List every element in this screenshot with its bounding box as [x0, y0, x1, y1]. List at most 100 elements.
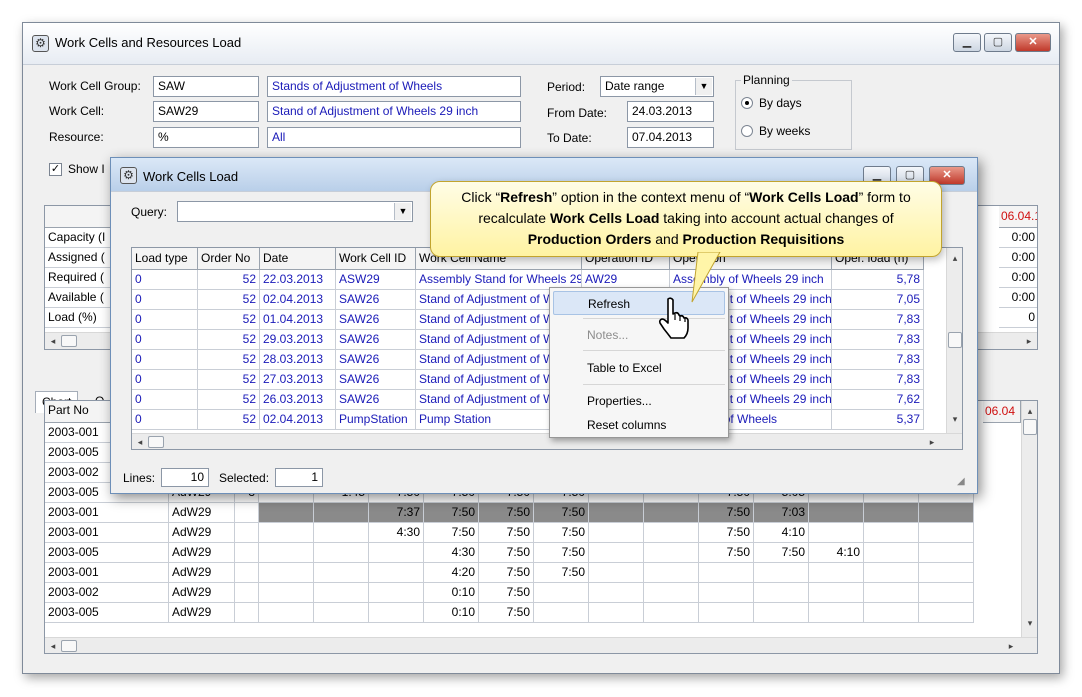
load-value-cell[interactable]: 0:10: [424, 583, 479, 603]
load-row-cell[interactable]: 7,83: [832, 310, 924, 330]
load-value-cell[interactable]: [699, 583, 754, 603]
load-value-cell[interactable]: [259, 503, 314, 523]
load-value-cell[interactable]: [699, 603, 754, 623]
scroll-thumb[interactable]: [61, 640, 77, 652]
load-value-cell[interactable]: [589, 523, 644, 543]
maximize-button[interactable]: ▢: [984, 33, 1012, 52]
load-row-cell[interactable]: 0: [132, 370, 198, 390]
load-value-cell[interactable]: [314, 563, 369, 583]
load-value-cell[interactable]: 4:20: [424, 563, 479, 583]
load-value-cell[interactable]: 7:50: [699, 523, 754, 543]
scroll-up-icon[interactable]: ▴: [1022, 403, 1037, 419]
flag-cell[interactable]: [235, 603, 259, 623]
flag-cell[interactable]: [235, 583, 259, 603]
load-column-header[interactable]: Load type: [132, 248, 198, 270]
scroll-thumb[interactable]: [948, 332, 962, 348]
menu-item-table-to-excel[interactable]: Table to Excel: [553, 356, 725, 380]
to-date-input[interactable]: 07.04.2013: [627, 127, 714, 148]
work-cell-input[interactable]: SAW29: [153, 101, 259, 122]
flag-cell[interactable]: [235, 523, 259, 543]
part-no-cell[interactable]: 2003-002: [45, 583, 169, 603]
load-value-cell[interactable]: [589, 603, 644, 623]
load-value-cell[interactable]: 7:50: [479, 583, 534, 603]
load-value-cell[interactable]: 7:50: [479, 503, 534, 523]
load-value-cell[interactable]: [809, 603, 864, 623]
load-value-cell[interactable]: [589, 503, 644, 523]
load-value-cell[interactable]: [644, 523, 699, 543]
load-value-cell[interactable]: [589, 583, 644, 603]
load-value-cell[interactable]: [369, 543, 424, 563]
load-row-cell[interactable]: 0: [132, 290, 198, 310]
load-value-cell[interactable]: [259, 523, 314, 543]
load-column-header[interactable]: Order No: [198, 248, 260, 270]
load-value-cell[interactable]: 7:50: [479, 543, 534, 563]
load-value-cell[interactable]: [369, 603, 424, 623]
load-row-cell[interactable]: 0: [132, 330, 198, 350]
load-row-cell[interactable]: 52: [198, 270, 260, 290]
by-days-radio[interactable]: [741, 97, 753, 109]
scroll-down-icon[interactable]: ▾: [1022, 615, 1037, 631]
load-row-cell[interactable]: 0: [132, 270, 198, 290]
load-row-cell[interactable]: SAW26: [336, 310, 416, 330]
scroll-right-icon[interactable]: ▸: [1003, 638, 1019, 653]
load-value-cell[interactable]: 7:03: [754, 503, 809, 523]
load-value-cell[interactable]: 7:50: [479, 523, 534, 543]
resize-grip-icon[interactable]: ◢: [957, 476, 965, 487]
load-value-cell[interactable]: [259, 543, 314, 563]
load-value-cell[interactable]: 7:50: [424, 503, 479, 523]
load-value-cell[interactable]: [314, 603, 369, 623]
load-value-cell[interactable]: [919, 503, 974, 523]
load-row-cell[interactable]: 0: [132, 410, 198, 430]
load-row-cell[interactable]: 52: [198, 350, 260, 370]
chevron-down-icon[interactable]: ▼: [394, 203, 411, 220]
flag-cell[interactable]: [235, 563, 259, 583]
show-checkbox[interactable]: ✓: [49, 163, 62, 176]
parts-horizontal-scrollbar[interactable]: ◂ ▸: [45, 637, 1037, 653]
load-row-cell[interactable]: 7,62: [832, 390, 924, 410]
load-value-cell[interactable]: [534, 603, 589, 623]
load-value-cell[interactable]: [754, 603, 809, 623]
load-row-cell[interactable]: 52: [198, 290, 260, 310]
load-row-cell[interactable]: 7,83: [832, 350, 924, 370]
load-value-cell[interactable]: 7:50: [534, 523, 589, 543]
scroll-thumb[interactable]: [1023, 419, 1037, 435]
load-value-cell[interactable]: [534, 583, 589, 603]
work-cell-cell[interactable]: AdW29: [169, 603, 235, 623]
load-value-cell[interactable]: 7:50: [699, 503, 754, 523]
work-cell-cell[interactable]: AdW29: [169, 503, 235, 523]
load-horizontal-scrollbar[interactable]: ◂ ▸: [132, 433, 962, 449]
load-row-cell[interactable]: 7,83: [832, 330, 924, 350]
load-row-cell[interactable]: SAW26: [336, 390, 416, 410]
load-row-cell[interactable]: 0: [132, 350, 198, 370]
load-value-cell[interactable]: [919, 523, 974, 543]
load-value-cell[interactable]: 7:50: [424, 523, 479, 543]
scroll-left-icon[interactable]: ◂: [45, 333, 61, 349]
load-value-cell[interactable]: [754, 563, 809, 583]
part-no-cell[interactable]: 2003-001: [45, 503, 169, 523]
load-value-cell[interactable]: [864, 543, 919, 563]
resource-input[interactable]: %: [153, 127, 259, 148]
load-value-cell[interactable]: 4:30: [369, 523, 424, 543]
load-value-cell[interactable]: 7:50: [534, 503, 589, 523]
load-row-cell[interactable]: 52: [198, 370, 260, 390]
scroll-left-icon[interactable]: ◂: [132, 434, 148, 449]
load-value-cell[interactable]: [919, 543, 974, 563]
load-row-cell[interactable]: 5,37: [832, 410, 924, 430]
load-value-cell[interactable]: 0:10: [424, 603, 479, 623]
load-row-cell[interactable]: 7,05: [832, 290, 924, 310]
from-date-input[interactable]: 24.03.2013: [627, 101, 714, 122]
scroll-down-icon[interactable]: ▾: [947, 411, 962, 427]
load-value-cell[interactable]: [699, 563, 754, 583]
scroll-up-icon[interactable]: ▴: [947, 250, 962, 266]
load-value-cell[interactable]: [644, 543, 699, 563]
load-value-cell[interactable]: 7:37: [369, 503, 424, 523]
load-value-cell[interactable]: 7:50: [479, 603, 534, 623]
load-value-cell[interactable]: 4:30: [424, 543, 479, 563]
load-row-cell[interactable]: 52: [198, 390, 260, 410]
work-cell-cell[interactable]: AdW29: [169, 563, 235, 583]
menu-item-reset-columns[interactable]: Reset columns: [553, 413, 725, 437]
scroll-thumb[interactable]: [148, 436, 164, 448]
load-column-header[interactable]: Work Cell ID: [336, 248, 416, 270]
load-value-cell[interactable]: [644, 583, 699, 603]
load-row-cell[interactable]: PumpStation: [336, 410, 416, 430]
